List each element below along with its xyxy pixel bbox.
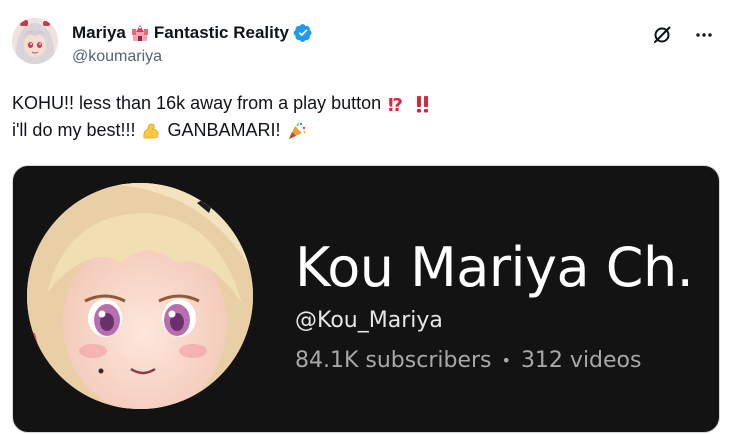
author-display-name-suffix[interactable]: Fantastic Reality <box>154 23 289 43</box>
grok-icon[interactable] <box>651 24 673 46</box>
channel-stats: 84.1K subscribers • 312 videos <box>295 348 641 373</box>
channel-avatar <box>27 183 253 409</box>
subscriber-count: 84.1K subscribers <box>295 348 492 373</box>
interrobang-emoji-icon: ⁉ <box>387 94 407 116</box>
more-options-icon[interactable] <box>693 24 715 46</box>
flexed-biceps-emoji-icon <box>141 121 161 141</box>
party-popper-emoji-icon <box>287 121 307 141</box>
author-display-name[interactable]: Mariya <box>72 23 126 43</box>
svg-text:⁉: ⁉ <box>388 95 403 114</box>
video-count: 312 videos <box>520 348 642 373</box>
author-avatar[interactable] <box>12 18 58 64</box>
castle-emoji-icon <box>130 23 150 43</box>
tweet-card: Mariya Fantastic Reality @koumariya KOHU… <box>0 0 729 434</box>
author-name-row[interactable]: Mariya Fantastic Reality <box>72 22 639 44</box>
tweet-line1-text: KOHU!! less than 16k away from a play bu… <box>12 93 382 113</box>
tweet-text-line-1: KOHU!! less than 16k away from a play bu… <box>12 90 715 117</box>
tweet-text-line-2: i'll do my best!!! GANBAMARI! <box>12 117 715 144</box>
tweet-line2-text: i'll do my best!!! <box>12 120 136 140</box>
tweet-line2-word: GANBAMARI! <box>167 120 281 140</box>
author-handle[interactable]: @koumariya <box>72 48 639 68</box>
tweet-header: Mariya Fantastic Reality @koumariya <box>72 22 639 68</box>
channel-name: Kou Mariya Ch. <box>295 236 694 299</box>
youtube-channel-media[interactable]: Kou Mariya Ch. @Kou_Mariya 84.1K subscri… <box>12 165 720 433</box>
tweet-top-actions <box>651 24 715 46</box>
double-exclamation-emoji-icon <box>413 94 433 114</box>
verified-badge-icon[interactable] <box>293 23 313 43</box>
tweet-text: KOHU!! less than 16k away from a play bu… <box>12 90 715 144</box>
channel-handle: @Kou_Mariya <box>295 308 443 333</box>
stats-separator: • <box>501 351 511 370</box>
